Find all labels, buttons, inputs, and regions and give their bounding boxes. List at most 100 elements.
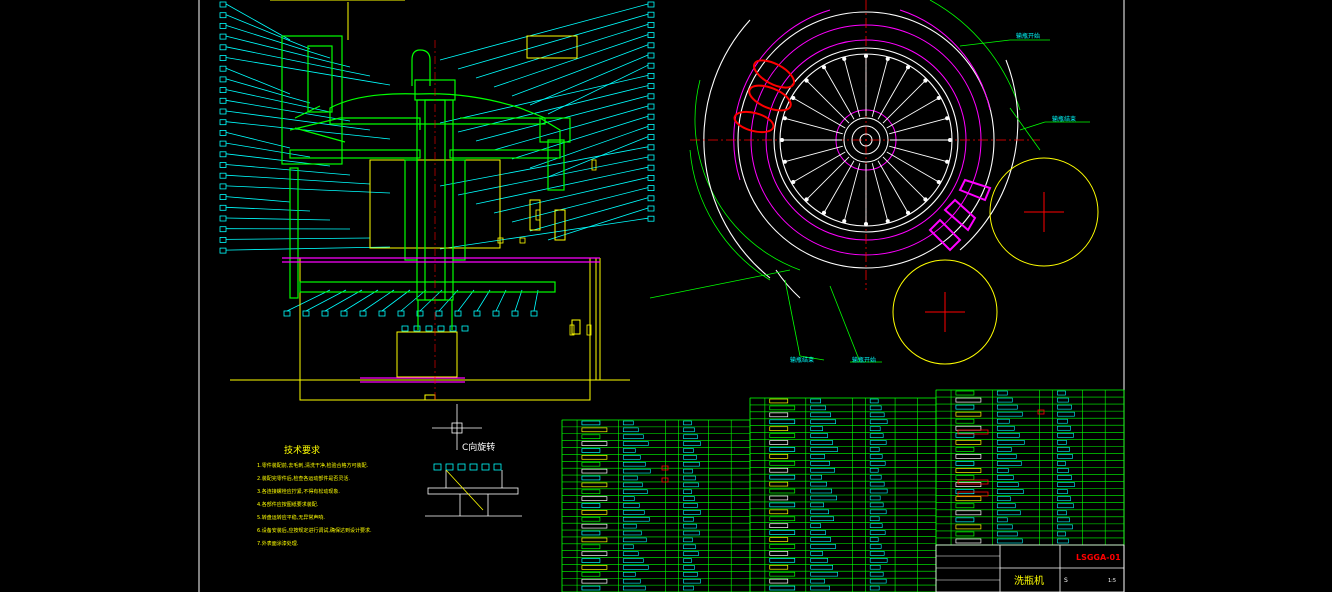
balloon-right: [647, 174, 655, 181]
bom-text-mark: [769, 461, 796, 466]
bom-text-mark: [769, 433, 796, 438]
balloon-left: [219, 55, 227, 61]
bom-text-mark: [622, 475, 638, 481]
leader-left: [225, 3, 291, 41]
balloon-right: [647, 32, 655, 38]
balloon-left: [219, 76, 227, 83]
bom-text-mark: [581, 496, 608, 501]
bom-text-mark: [581, 434, 601, 439]
technical-requirements: 技术要求 1.零件装配前,去毛刺,清洗干净,检验合格方可装配. 2.装配完零件后…: [257, 444, 372, 547]
bom-text-mark: [622, 517, 650, 522]
bom-text-mark: [622, 482, 643, 488]
bom-text-mark: [869, 537, 879, 542]
balloon-left: [219, 140, 227, 147]
balloon-left: [219, 226, 227, 233]
balloon-bottom: [397, 310, 405, 317]
bom-text-mark: [810, 502, 824, 508]
bom-text-mark: [869, 495, 881, 501]
spoke: [793, 151, 846, 183]
bom-text-mark: [869, 419, 888, 425]
bom-text-mark: [581, 503, 601, 508]
leader-right: [529, 54, 649, 106]
bom-text-mark: [869, 398, 879, 404]
bom-text-mark: [955, 461, 975, 466]
bom-text-mark: [996, 440, 1025, 445]
bom-text-mark: [869, 523, 883, 528]
bom-text-mark: [996, 503, 1016, 509]
bom-text-mark: [769, 454, 789, 459]
bom-text-mark: [581, 468, 608, 474]
bom-text-mark: [869, 516, 880, 522]
bom-text-mark: [581, 565, 608, 570]
bom-text-mark: [622, 441, 649, 446]
cad-drawing-canvas: C向旋转 技术要求 1.零件装配前,去毛刺,清洗干净,检验合格方可装配. 2.装…: [198, 0, 1125, 592]
leader-bottom: [476, 289, 491, 312]
bom-text-mark: [869, 474, 882, 480]
bom-text-mark: [955, 517, 975, 523]
bom-text-mark: [869, 578, 887, 584]
bom-text-mark: [996, 482, 1019, 487]
balloon-bottom: [321, 310, 329, 317]
bom-text-mark: [581, 544, 601, 550]
bom-text-mark: [683, 537, 693, 543]
spoke-end: [804, 78, 809, 83]
balloon-left: [219, 129, 227, 136]
bom-text-mark: [1057, 510, 1067, 516]
bom-text-mark: [622, 461, 646, 467]
bom-text-mark: [955, 418, 975, 424]
spoke: [886, 151, 939, 183]
bom-text-mark: [1057, 538, 1069, 544]
bom-text-mark: [1057, 524, 1073, 530]
bom-text-mark: [869, 433, 884, 438]
bom-text-mark: [581, 530, 601, 536]
bom-text-mark: [683, 510, 701, 515]
spoke-end: [779, 137, 785, 143]
bom-text-mark: [955, 496, 982, 502]
bom-text-mark: [769, 530, 796, 535]
bom-text-mark: [869, 571, 884, 577]
bom-text-mark: [622, 510, 645, 515]
bom-text-mark: [683, 496, 695, 501]
bom-text-mark: [1057, 440, 1067, 445]
leader-left: [225, 67, 291, 95]
drawing-number: LSGGA-01: [1076, 553, 1121, 562]
bom-text-mark: [769, 578, 789, 584]
bom-text-mark: [810, 398, 821, 404]
bom-text-mark: [683, 585, 694, 591]
transfer-wheels: [892, 157, 1099, 365]
bom-text-mark: [869, 502, 884, 508]
bom-text-mark: [769, 571, 796, 577]
balloon-left: [219, 22, 227, 29]
bom-text-mark: [996, 510, 1021, 516]
bom-text-mark: [683, 544, 696, 550]
bom-text-mark: [769, 551, 789, 556]
bom-text-mark: [622, 489, 648, 494]
parts-list-cells: [581, 390, 1075, 591]
bom-text-mark: [955, 454, 982, 459]
bom-text-mark: [955, 390, 975, 396]
spoke: [823, 160, 855, 213]
bom-text-mark: [581, 572, 601, 577]
bom-text-mark: [996, 432, 1020, 438]
top-view: 输瓶开始 输瓶结束 输瓶结束 输瓶开始: [649, 0, 1099, 365]
bom-text-mark: [810, 440, 833, 445]
balloon-bottom: [302, 310, 310, 317]
bom-text-mark: [996, 418, 1010, 424]
bom-text-mark: [996, 397, 1013, 403]
balloon-left: [219, 151, 227, 158]
bom-text-mark: [581, 578, 608, 584]
bom-text-mark: [622, 558, 644, 563]
bom-text-mark: [622, 530, 642, 536]
bom-text-mark: [1057, 468, 1069, 473]
bom-text-mark: [622, 448, 636, 453]
title-block: LSGGA-01 洗瓶机 1:5 S: [935, 544, 1125, 592]
bom-text-mark: [869, 467, 879, 473]
balloon-right: [647, 83, 655, 89]
balloon-right: [647, 1, 655, 8]
bom-text-mark: [810, 447, 838, 452]
bom-text-mark: [996, 531, 1018, 537]
bom-text-mark: [769, 481, 789, 487]
bom-text-mark: [622, 565, 649, 570]
spoke-end: [947, 137, 953, 143]
balloon-bottom: [492, 310, 500, 317]
